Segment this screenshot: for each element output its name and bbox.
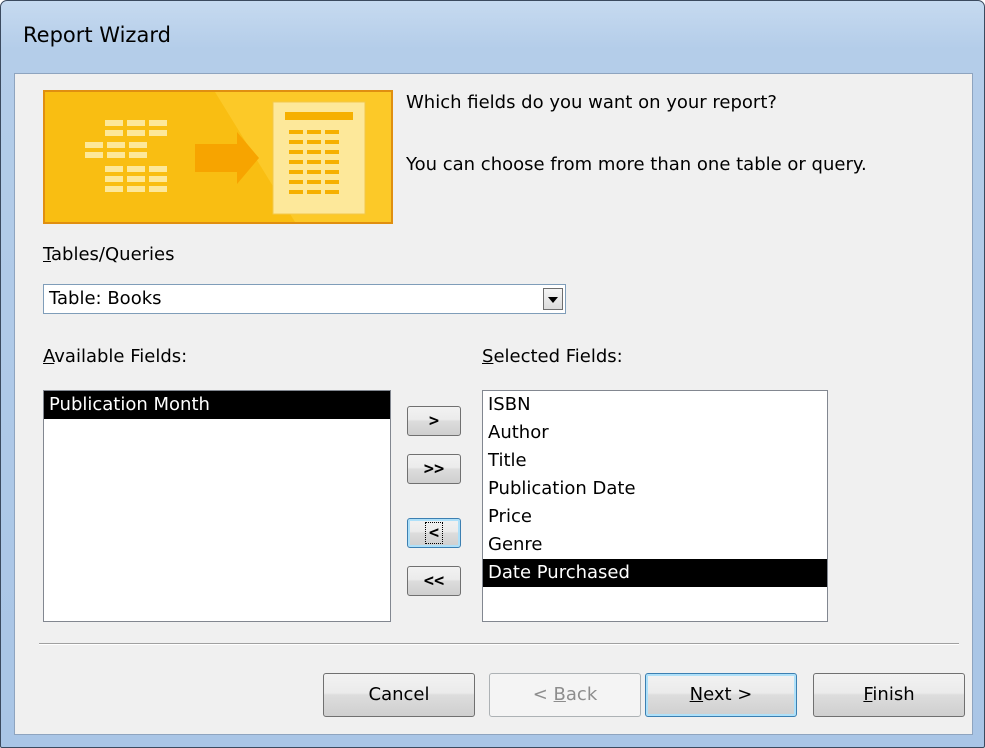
cancel-button[interactable]: Cancel bbox=[323, 673, 475, 717]
finish-button[interactable]: Finish bbox=[813, 673, 965, 717]
selected-fields-list[interactable]: ISBN Author Title Publication Date Price… bbox=[482, 390, 828, 622]
hint-text: You can choose from more than one table … bbox=[406, 154, 867, 175]
selected-fields-label: Selected Fields: bbox=[482, 346, 623, 367]
window-title: Report Wizard bbox=[23, 23, 171, 47]
list-item[interactable]: ISBN bbox=[483, 391, 827, 419]
tables-queries-dropdown[interactable]: Table: Books bbox=[43, 284, 566, 314]
list-item[interactable]: Price bbox=[483, 503, 827, 531]
next-button[interactable]: Next > bbox=[645, 673, 797, 717]
chevron-down-icon[interactable] bbox=[543, 288, 563, 310]
back-button[interactable]: < Back bbox=[489, 673, 641, 717]
available-fields-list[interactable]: Publication Month bbox=[43, 390, 391, 622]
list-item[interactable]: Genre bbox=[483, 531, 827, 559]
report-wizard-window: Report Wizard Which fields do you want o… bbox=[0, 0, 985, 748]
list-item[interactable]: Publication Month bbox=[44, 391, 390, 419]
tables-queries-value: Table: Books bbox=[49, 288, 162, 309]
wizard-client-area: Which fields do you want on your report?… bbox=[14, 73, 973, 735]
title-bar[interactable]: Report Wizard bbox=[1, 1, 984, 73]
report-wizard-banner-icon bbox=[43, 90, 393, 224]
remove-all-fields-button[interactable]: << bbox=[407, 566, 461, 596]
question-text: Which fields do you want on your report? bbox=[406, 92, 777, 113]
list-item[interactable]: Publication Date bbox=[483, 475, 827, 503]
tables-queries-label: Tables/Queries bbox=[43, 244, 175, 265]
list-item[interactable]: Author bbox=[483, 419, 827, 447]
add-all-fields-button[interactable]: >> bbox=[407, 454, 461, 484]
list-item[interactable]: Title bbox=[483, 447, 827, 475]
list-item[interactable]: Date Purchased bbox=[483, 559, 827, 587]
available-fields-label: Available Fields: bbox=[43, 346, 188, 367]
remove-field-button[interactable]: < bbox=[407, 518, 461, 548]
divider bbox=[39, 643, 959, 645]
add-field-button[interactable]: > bbox=[407, 406, 461, 436]
